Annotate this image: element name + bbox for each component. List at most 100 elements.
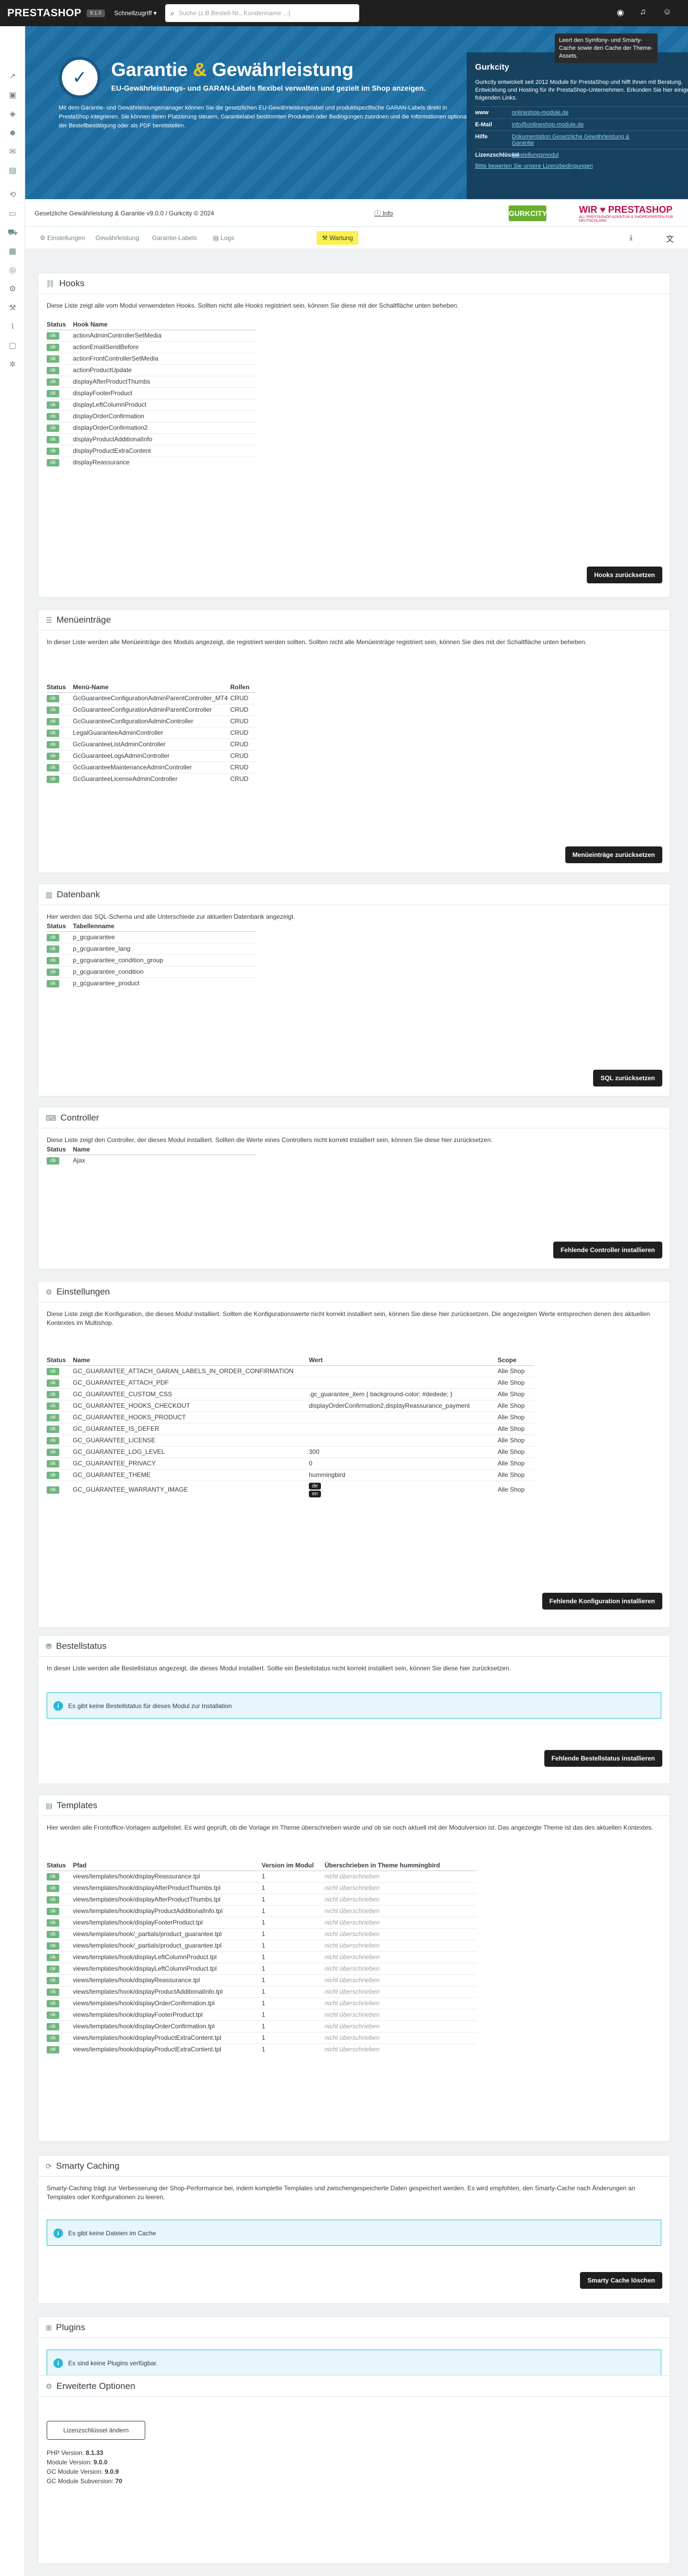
template-row: ok views/templates/hook/displayOrderConfi… — [47, 2020, 477, 2032]
status-ok-badge: ok — [47, 730, 59, 737]
info-link[interactable]: ⓘ Info — [374, 209, 393, 218]
tab-maintenance[interactable]: ⚒ Wartung — [317, 231, 358, 245]
table-name: p_gcguarantee_condition_group — [73, 954, 256, 966]
config-name: GC_GUARANTEE_LOG_LEVEL — [73, 1445, 309, 1458]
menu-name: GcGuaranteeConfigurationAdminController — [73, 715, 230, 727]
tab-settings[interactable]: ⚙ Einstellungen — [35, 231, 90, 245]
settings-icon[interactable]: ⚙ — [7, 284, 18, 295]
template-override: nicht überschrieben — [325, 1985, 477, 1997]
network-icon[interactable]: ⌇ — [7, 322, 18, 332]
customers-icon[interactable]: ☻ — [7, 128, 18, 138]
template-path: views/templates/hook/_partials/product_g… — [73, 1928, 262, 1940]
menu-row: ok GcGuaranteeLogsAdminController CRUD — [47, 749, 256, 762]
reset-hooks-button[interactable]: Hooks zurücksetzen — [586, 567, 662, 583]
status-ok-badge: ok — [47, 1449, 59, 1456]
sliders-icon: ⚙ — [46, 1288, 52, 1296]
hook-row: ok displayFooterProduct — [47, 387, 256, 399]
menu-row: ok GcGuaranteeConfigurationAdminParentCon… — [47, 692, 256, 704]
install-order-status-button[interactable]: Fehlende Bestellstatus installieren — [544, 1750, 662, 1767]
hook-name: displayLeftColumnProduct — [73, 398, 256, 410]
install-controller-button[interactable]: Fehlende Controller installieren — [553, 1242, 662, 1258]
template-path: views/templates/hook/displayFooterProduc… — [73, 1916, 262, 1928]
status-ok-badge: ok — [47, 934, 59, 941]
status-ok-badge: ok — [47, 459, 59, 467]
config-row: ok GC_GUARANTEE_CUSTOM_CSS .gc_guarantee_i… — [47, 1388, 534, 1400]
download-icon[interactable]: ⤓ — [629, 233, 633, 242]
config-row: ok GC_GUARANTEE_HOOKS_CHECKOUT displayOrde… — [47, 1399, 534, 1411]
status-ok-badge: ok — [47, 776, 59, 784]
config-scope: Alle Shop — [498, 1422, 534, 1434]
rate-link[interactable]: Bitte bewerten Sie unsere Lizenzbedingun… — [475, 163, 688, 169]
hook-row: ok displayOrderConfirmation2 — [47, 421, 256, 433]
template-path: views/templates/hook/displayFooterProduc… — [73, 2008, 262, 2020]
config-scope: Alle Shop — [498, 1445, 534, 1458]
quick-access-menu[interactable]: Schnellzugriff ▾ — [114, 9, 157, 17]
config-name: GC_GUARANTEE_PRIVACY — [73, 1457, 309, 1469]
status-ok-badge: ok — [47, 969, 59, 976]
messages-icon[interactable]: ✉ — [7, 147, 18, 157]
tab-warranty[interactable]: Gewährleistung — [90, 231, 144, 245]
tab-guarantee-labels[interactable]: Garantie-Labels — [147, 231, 202, 245]
status-ok-badge: ok — [47, 1885, 59, 1892]
status-ok-badge: ok — [47, 1414, 59, 1421]
advanced-header: ⚙ Erweiterte Optionen — [38, 2376, 670, 2397]
config-value: 300 — [309, 1445, 498, 1458]
international-icon[interactable]: ◎ — [7, 265, 18, 276]
order-status-alert: i Es gibt keine Bestellstatus für dieses … — [47, 1692, 661, 1719]
gurkcity-row: Lizenzschlüssel Einstellungsmodul — [475, 149, 688, 161]
template-version: 1 — [262, 1928, 325, 1940]
gurkcity-link[interactable]: Dokumentation Gesetzliche Gewährleistung… — [512, 134, 638, 146]
template-row: ok views/templates/hook/displayReassuranc… — [47, 1974, 477, 1986]
payment-icon[interactable]: ▦ — [7, 246, 18, 257]
reset-sql-button[interactable]: SQL zurücksetzen — [593, 1070, 662, 1086]
tab-logs[interactable]: ▤ Logs — [208, 231, 240, 245]
eye-icon[interactable]: ◉ — [617, 7, 624, 18]
hook-row: ok displayAfterProductThumbs — [47, 375, 256, 387]
status-ok-badge: ok — [47, 332, 59, 340]
gear-icon[interactable]: ✲ — [7, 360, 18, 370]
modules-icon[interactable]: ⟲ — [7, 190, 18, 200]
prestashop-partner-logo: WIR ♥ PRESTASHOP ALL PRESTASHOP AGENTUR &… — [579, 204, 673, 223]
config-value — [309, 1434, 498, 1446]
advanced-icon[interactable]: ⚒ — [7, 303, 18, 313]
hook-name: actionAdminControllerSetMedia — [73, 329, 256, 341]
config-scope: Alle Shop — [498, 1457, 534, 1469]
stats-icon[interactable]: ▤ — [7, 166, 18, 176]
reset-menu-button[interactable]: Menüeinträge zurücksetzen — [565, 846, 662, 863]
prestashop-logo[interactable]: PRESTASHOP — [7, 7, 81, 19]
status-ok-badge: ok — [47, 741, 59, 748]
version-badge: 9.1.0 — [87, 9, 105, 17]
hook-row: ok displayProductAdditionalInfo — [47, 433, 256, 445]
status-ok-badge: ok — [47, 945, 59, 953]
design-icon[interactable]: ▭ — [7, 209, 18, 219]
gurkcity-link[interactable]: onlineshop-module.de — [512, 110, 638, 116]
notifications-icon[interactable]: ♫ — [640, 7, 646, 17]
install-config-button[interactable]: Fehlende Konfiguration installieren — [542, 1593, 662, 1610]
smarty-description: Smarty-Caching trägt zur Verbesserung de… — [47, 2184, 636, 2201]
templates-description: Hier werden alle Frontoffice-Vorlagen au… — [47, 1824, 653, 1831]
change-license-button[interactable]: Lizenzschlüssel ändern — [47, 2421, 145, 2440]
tools-icon[interactable]: ▢ — [7, 341, 18, 351]
user-icon[interactable]: ☺ — [663, 7, 671, 17]
database-icon: ▥ — [46, 890, 53, 899]
shipping-icon[interactable]: ⛟ — [7, 227, 18, 238]
options-icon: ⚙ — [46, 2382, 52, 2390]
hook-name: displayOrderConfirmation2 — [73, 421, 256, 433]
template-row: ok views/templates/hook/displayAfterProdu… — [47, 1882, 477, 1894]
dashboard-icon[interactable]: ↗ — [7, 71, 18, 82]
menu-row: ok GcGuaranteeConfigurationAdminParentCon… — [47, 703, 256, 715]
sidebar: ↗ ▣ ◈ ☻ ✉ ▤ ⟲ ▭ ⛟ ▦ ◎ ⚙ ⚒ ⌇ ▢ ✲ — [0, 26, 25, 2576]
controller-header: ⌨ Controller — [38, 1107, 670, 1128]
gurkcity-link[interactable]: info@onlineshop-module.de — [512, 122, 638, 128]
gurkcity-link[interactable]: Einstellungsmodul — [512, 152, 638, 158]
search-icon: ⌕ — [170, 8, 175, 17]
catalog-icon[interactable]: ◈ — [7, 109, 18, 119]
hook-row: ok displayProductExtraContent — [47, 444, 256, 456]
status-ok-badge: ok — [47, 753, 59, 760]
clear-smarty-button[interactable]: Smarty Cache löschen — [580, 2272, 662, 2289]
translate-icon[interactable]: 文 — [666, 233, 674, 244]
menu-roles: CRUD — [230, 773, 256, 785]
orders-icon[interactable]: ▣ — [7, 90, 18, 101]
search-input[interactable]: ⌕ Suche (z.B.Bestell-Nr., Kundenname ...) — [165, 4, 359, 22]
template-override: nicht überschrieben — [325, 1939, 477, 1951]
